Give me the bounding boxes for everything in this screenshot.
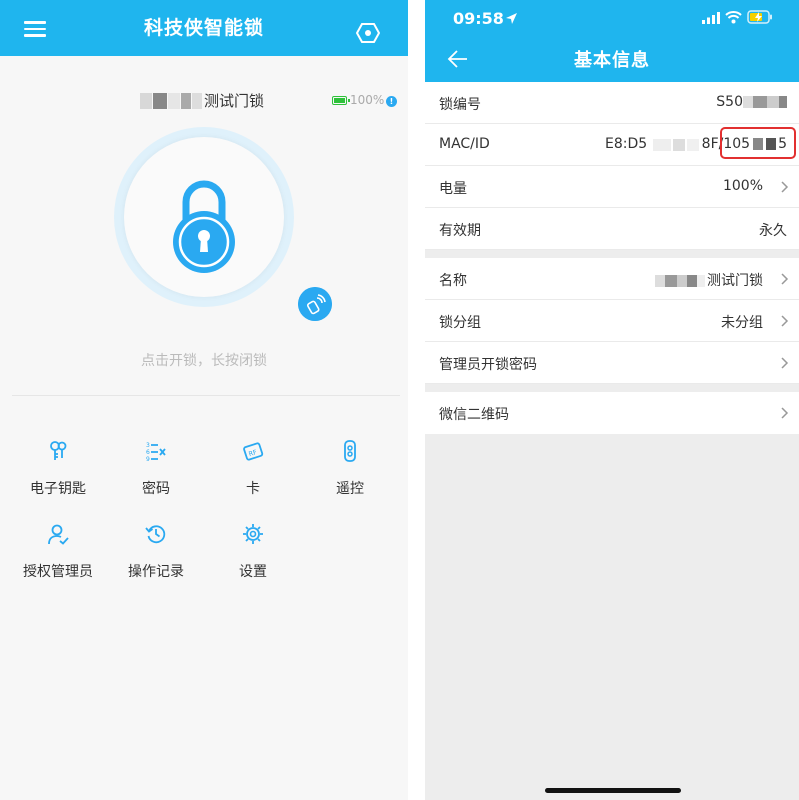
svg-text:6: 6 xyxy=(146,449,150,456)
row-label: 电量 xyxy=(439,181,467,197)
redacted-mask xyxy=(687,275,697,287)
func-authorized-admin[interactable]: 授权管理员 xyxy=(13,523,103,583)
redacted-mask xyxy=(673,139,685,151)
row-battery[interactable]: 电量 100% xyxy=(425,166,799,208)
row-label: 锁分组 xyxy=(439,315,481,331)
func-label: 操作记录 xyxy=(128,564,184,580)
func-label: 设置 xyxy=(239,564,267,580)
chevron-right-icon xyxy=(781,357,789,369)
highlight-box xyxy=(720,127,796,159)
card-icon: RF xyxy=(243,442,264,461)
unlock-hint: 点击开锁，长按闭锁 xyxy=(141,353,267,369)
func-settings[interactable]: 设置 xyxy=(208,523,298,583)
func-label: 密码 xyxy=(142,481,170,497)
location-arrow-icon xyxy=(506,13,517,24)
redacted-mask xyxy=(753,96,767,108)
mac-value-start: E8:D5 xyxy=(605,136,648,152)
row-group[interactable]: 锁分组 未分组 xyxy=(425,300,799,342)
password-icon: 3 6 9 xyxy=(146,442,166,462)
row-lock-number: 锁编号 S50 xyxy=(425,82,799,124)
row-validity: 有效期 永久 xyxy=(425,208,799,250)
name-value: 测试门锁 xyxy=(655,270,763,290)
svg-text:9: 9 xyxy=(146,456,150,462)
func-label: 授权管理员 xyxy=(23,564,93,580)
validity-value: 永久 xyxy=(759,223,787,239)
svg-text:3: 3 xyxy=(146,442,150,449)
top-bar: 科技侠智能锁 xyxy=(0,0,408,56)
redacted-mask xyxy=(697,275,705,287)
redacted-mask xyxy=(665,275,677,287)
section-gap xyxy=(425,384,799,392)
page-title: 基本信息 xyxy=(574,50,650,71)
redacted-mask xyxy=(687,139,699,151)
charging-battery-icon xyxy=(747,10,772,24)
redacted-mask xyxy=(655,275,665,287)
redacted-mask xyxy=(743,96,753,108)
row-label: 锁编号 xyxy=(439,97,481,113)
redacted-mask xyxy=(192,93,202,109)
redacted-mask xyxy=(653,139,671,151)
row-name[interactable]: 名称 测试门锁 xyxy=(425,258,799,300)
lock-number-text: S50 xyxy=(716,94,743,110)
row-admin-password[interactable]: 管理员开锁密码 xyxy=(425,342,799,384)
func-operation-log[interactable]: 操作记录 xyxy=(111,523,201,583)
info-icon[interactable]: ! xyxy=(386,96,397,107)
lock-name: 测试门锁 xyxy=(204,92,265,110)
chevron-right-icon xyxy=(781,181,789,193)
admin-icon xyxy=(48,524,69,545)
key-icon xyxy=(50,441,67,460)
row-label: 微信二维码 xyxy=(439,407,509,423)
chevron-right-icon xyxy=(781,407,789,419)
lock-home-screen: 科技侠智能锁 测试门锁 100% ! 点击开锁，长按闭锁 电子钥匙 3 6 9 … xyxy=(0,0,408,800)
basic-info-screen: 09:58 基本信息 锁编号 S50 MAC/ID E8:D5 8F/105 5… xyxy=(425,0,799,800)
redacted-mask xyxy=(153,93,167,109)
battery-level: 100% xyxy=(350,93,385,107)
func-remote[interactable]: 遥控 xyxy=(305,440,395,500)
app-title: 科技侠智能锁 xyxy=(143,17,264,39)
row-label: 名称 xyxy=(439,273,467,289)
lock-number-value: S50 xyxy=(716,94,787,110)
redacted-mask xyxy=(677,275,687,287)
divider xyxy=(12,395,400,396)
top-bar: 09:58 基本信息 xyxy=(425,0,799,82)
func-ekey[interactable]: 电子钥匙 xyxy=(13,440,103,500)
func-password[interactable]: 3 6 9 密码 xyxy=(111,440,201,500)
group-value: 未分组 xyxy=(721,315,763,331)
row-label: MAC/ID xyxy=(439,136,490,152)
battery-icon xyxy=(332,96,350,105)
battery-value: 100% xyxy=(722,178,763,194)
signal-icon xyxy=(702,12,720,24)
redacted-mask xyxy=(140,93,152,109)
remote-unlock-icon[interactable] xyxy=(298,287,332,321)
gear-icon xyxy=(243,524,263,544)
func-label: 电子钥匙 xyxy=(30,481,86,497)
scan-hexagon-icon[interactable] xyxy=(356,22,380,44)
lock-name-row: 测试门锁 100% ! xyxy=(0,88,408,114)
history-icon xyxy=(145,525,166,544)
chevron-right-icon xyxy=(781,315,789,327)
row-wechat-qr[interactable]: 微信二维码 xyxy=(425,392,799,434)
wifi-icon xyxy=(725,11,742,24)
home-indicator[interactable] xyxy=(545,788,681,793)
func-card[interactable]: RF 卡 xyxy=(208,440,298,500)
redacted-mask xyxy=(767,96,779,108)
name-text: 测试门锁 xyxy=(707,273,763,289)
padlock-icon xyxy=(173,180,235,273)
chevron-right-icon xyxy=(781,273,789,285)
remote-icon xyxy=(344,440,356,462)
section-gap xyxy=(425,250,799,258)
row-label: 有效期 xyxy=(439,223,481,239)
status-time: 09:58 xyxy=(453,9,504,28)
func-label: 遥控 xyxy=(336,481,364,497)
row-label: 管理员开锁密码 xyxy=(439,357,537,373)
func-label: 卡 xyxy=(246,481,260,497)
redacted-mask xyxy=(168,93,180,109)
redacted-mask xyxy=(181,93,191,109)
redacted-mask xyxy=(779,96,787,108)
